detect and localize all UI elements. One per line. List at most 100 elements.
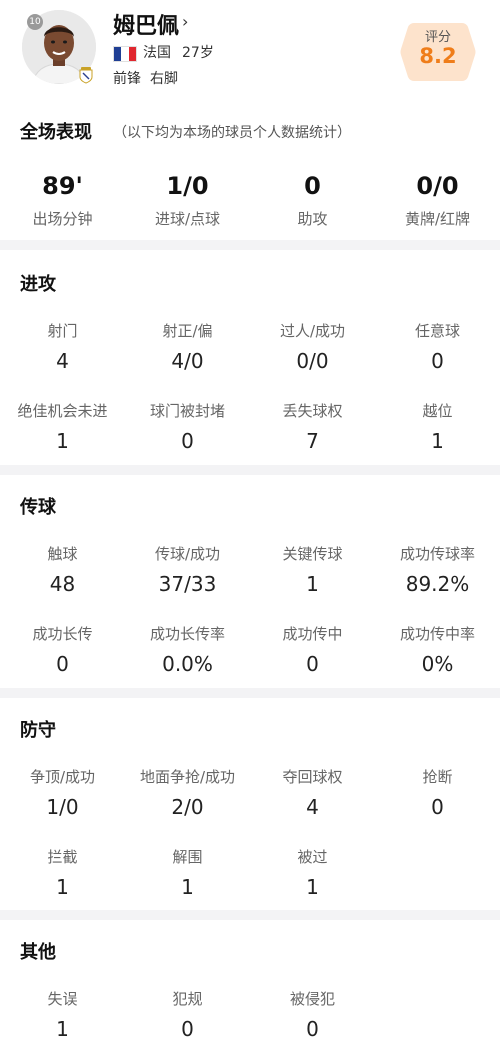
defense-section: 防守 争顶/成功 1/0 地面争抢/成功 2/0 夺回球权 4 抢断 0 拦截 …	[0, 698, 500, 910]
stat-long-ball-accuracy: 成功长传率 0.0%	[125, 623, 250, 676]
stat-value: 1	[431, 429, 444, 453]
stat-label: 犯规	[172, 990, 203, 1008]
stat-label: 成功长传率	[149, 625, 225, 643]
stat-value: 0	[431, 349, 444, 373]
stat-value: 0	[306, 1017, 319, 1041]
stat-touches: 触球 48	[0, 543, 125, 596]
stat-shots: 射门 4	[0, 320, 125, 373]
stat-errors: 失误 1	[0, 988, 125, 1041]
stat-value: 0	[304, 172, 321, 200]
stat-dribbled-past: 被过 1	[250, 846, 375, 899]
stat-label: 被过	[297, 848, 328, 866]
stat-label: 拦截	[47, 848, 78, 866]
stat-goals: 1/0 进球/点球	[125, 172, 250, 229]
stat-value: 0	[181, 1017, 194, 1041]
stat-label: 地面争抢/成功	[139, 768, 236, 786]
flag-stripe-red	[128, 47, 136, 61]
flag-stripe-blue	[114, 47, 122, 61]
stat-value: 0	[306, 652, 319, 676]
stat-passes: 传球/成功 37/33	[125, 543, 250, 596]
stat-recoveries: 夺回球权 4	[250, 766, 375, 819]
stat-pass-accuracy: 成功传球率 89.2%	[375, 543, 500, 596]
stat-label: 成功传球率	[399, 545, 475, 563]
stat-value: 2/0	[171, 795, 204, 819]
stat-value: 1	[306, 572, 319, 596]
stat-label: 射门	[47, 322, 78, 340]
stat-label: 绝佳机会未进	[17, 402, 108, 420]
stat-label: 解围	[172, 848, 203, 866]
stat-value: 89'	[42, 172, 83, 200]
overall-section: 全场表现 （以下均为本场的球员个人数据统计） 89' 出场分钟 1/0 进球/点…	[0, 100, 500, 240]
stat-label: 争顶/成功	[29, 768, 96, 786]
stat-tackles: 抢断 0	[375, 766, 500, 819]
passing-title: 传球	[20, 497, 56, 518]
player-country: 法国	[143, 45, 171, 61]
stat-label: 球门被封堵	[149, 402, 225, 420]
stat-label: 任意球	[414, 322, 460, 340]
stat-label: 成功传中	[282, 625, 343, 643]
stat-label: 传球/成功	[154, 545, 221, 563]
stat-label: 触球	[47, 545, 78, 563]
passing-section: 传球 触球 48 传球/成功 37/33 关键传球 1 成功传球率 89.2% …	[0, 475, 500, 690]
section-divider	[0, 910, 500, 920]
stat-fouls: 犯规 0	[125, 988, 250, 1041]
stat-clearances: 解围 1	[125, 846, 250, 899]
stat-value: 4	[306, 795, 319, 819]
attack-section: 进攻 射门 4 射正/偏 4/0 过人/成功 0/0 任意球 0 绝佳机会未进 …	[0, 250, 500, 465]
stat-label: 失误	[47, 990, 78, 1008]
stat-crosses: 成功传中 0	[250, 623, 375, 676]
stat-shots-on-off: 射正/偏 4/0	[125, 320, 250, 373]
stat-label: 助攻	[297, 210, 328, 228]
stat-value: 0/0	[296, 349, 329, 373]
stat-value: 0	[56, 652, 69, 676]
stat-label: 成功长传	[32, 625, 93, 643]
stat-value: 1	[56, 429, 69, 453]
stat-value: 1	[306, 875, 319, 899]
rating-value: 8.2	[419, 44, 457, 68]
chevron-right-icon[interactable]: ›	[182, 12, 188, 31]
stat-free-kicks: 任意球 0	[375, 320, 500, 373]
stat-assists: 0 助攻	[250, 172, 375, 229]
stat-cross-accuracy: 成功传中率 0%	[375, 623, 500, 676]
stat-value: 37/33	[158, 572, 217, 596]
stat-label: 关键传球	[282, 545, 343, 563]
flag-stripe-white	[121, 47, 129, 61]
stat-label: 成功传中率	[399, 625, 475, 643]
stat-shots-blocked: 球门被封堵 0	[125, 400, 250, 453]
other-section: 其他 失误 1 犯规 0 被侵犯 0	[0, 920, 500, 1053]
stat-minutes: 89' 出场分钟	[0, 172, 125, 229]
player-name[interactable]: 姆巴佩	[113, 8, 179, 40]
france-flag-icon	[113, 46, 137, 62]
stat-value: 1/0	[46, 795, 79, 819]
stat-value: 1	[181, 875, 194, 899]
player-age: 27岁	[182, 45, 214, 61]
stat-offsides: 越位 1	[375, 400, 500, 453]
stat-value: 0/0	[416, 172, 459, 200]
stat-interceptions: 拦截 1	[0, 846, 125, 899]
stat-value: 7	[306, 429, 319, 453]
stat-label: 越位	[422, 402, 453, 420]
stat-value: 0	[431, 795, 444, 819]
player-foot: 右脚	[150, 71, 178, 87]
stat-aerials: 争顶/成功 1/0	[0, 766, 125, 819]
stat-label: 被侵犯	[289, 990, 335, 1008]
player-position: 前锋	[113, 71, 141, 87]
stat-value: 89.2%	[405, 572, 470, 596]
rating-label: 评分	[424, 30, 451, 45]
stat-value: 0%	[421, 652, 454, 676]
attack-title: 进攻	[20, 274, 56, 295]
stat-value: 1	[56, 875, 69, 899]
stat-label: 丢失球权	[282, 402, 343, 420]
section-divider	[0, 240, 500, 250]
stat-label: 射正/偏	[162, 322, 213, 340]
overall-title: 全场表现	[20, 122, 92, 143]
stat-value: 0	[181, 429, 194, 453]
stat-value: 48	[49, 572, 76, 596]
stat-ground-duels: 地面争抢/成功 2/0	[125, 766, 250, 819]
stat-label: 黄牌/红牌	[404, 210, 471, 228]
stat-label: 过人/成功	[279, 322, 346, 340]
stat-fouled: 被侵犯 0	[250, 988, 375, 1041]
section-divider	[0, 688, 500, 698]
stat-value: 1/0	[166, 172, 209, 200]
stat-label: 抢断	[422, 768, 453, 786]
